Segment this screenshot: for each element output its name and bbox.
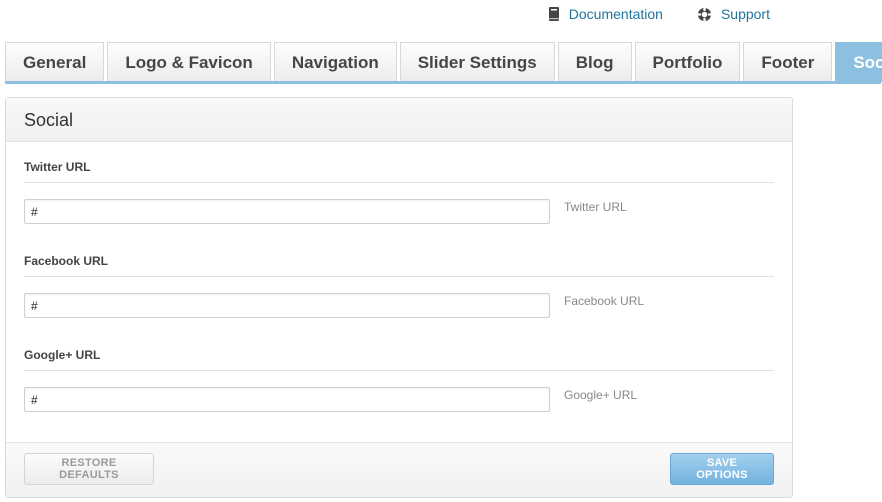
tab-navigation[interactable]: Navigation — [273, 42, 397, 82]
lifebuoy-icon — [697, 7, 712, 22]
twitter-url-description: Twitter URL — [564, 200, 627, 214]
top-links: Documentation Support — [548, 6, 770, 22]
tab-underline — [5, 81, 881, 84]
twitter-url-label: Twitter URL — [24, 160, 774, 183]
tab-footer[interactable]: Footer — [743, 42, 833, 82]
tab-general[interactable]: General — [5, 42, 105, 82]
panel-footer: RESTORE DEFAULTS SAVE OPTIONS — [6, 442, 792, 497]
googleplus-url-input[interactable] — [24, 387, 550, 412]
facebook-url-input[interactable] — [24, 293, 550, 318]
googleplus-url-description: Google+ URL — [564, 388, 638, 402]
twitter-url-input[interactable] — [24, 199, 550, 224]
tab-social[interactable]: Social — [835, 42, 882, 82]
book-icon — [548, 7, 560, 21]
googleplus-field-group: Google+ URL Google+ URL — [24, 348, 774, 412]
documentation-label: Documentation — [568, 6, 663, 22]
tab-slider-settings[interactable]: Slider Settings — [399, 42, 555, 82]
tab-logo-favicon[interactable]: Logo & Favicon — [107, 42, 271, 82]
restore-defaults-button[interactable]: RESTORE DEFAULTS — [24, 453, 154, 485]
panel-title: Social — [6, 98, 792, 142]
facebook-url-description: Facebook URL — [564, 294, 645, 308]
facebook-url-label: Facebook URL — [24, 254, 774, 277]
save-options-button[interactable]: SAVE OPTIONS — [670, 453, 774, 485]
social-panel: Social Twitter URL Twitter URL Facebook … — [5, 97, 793, 498]
twitter-field-group: Twitter URL Twitter URL — [24, 160, 774, 224]
options-tabs: General Logo & Favicon Navigation Slider… — [5, 42, 882, 82]
support-link[interactable]: Support — [697, 6, 770, 22]
support-label: Support — [720, 6, 770, 22]
facebook-field-group: Facebook URL Facebook URL — [24, 254, 774, 318]
tab-blog[interactable]: Blog — [557, 42, 632, 82]
documentation-link[interactable]: Documentation — [548, 6, 663, 22]
googleplus-url-label: Google+ URL — [24, 348, 774, 371]
tab-portfolio[interactable]: Portfolio — [634, 42, 741, 82]
